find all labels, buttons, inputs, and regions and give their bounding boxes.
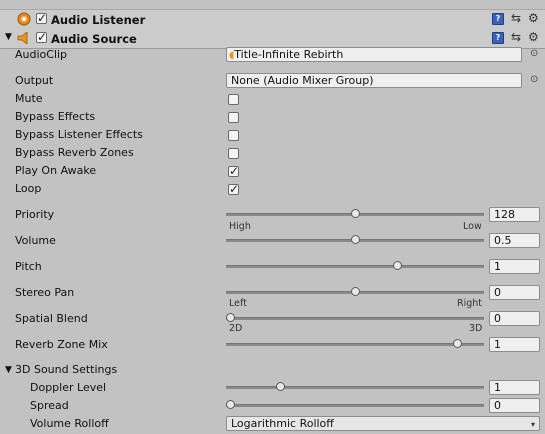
spatial-blend-label: Spatial Blend bbox=[15, 312, 88, 325]
stereo-pan-max-label: Right bbox=[457, 298, 483, 309]
reverb-zone-mix-slider-thumb[interactable] bbox=[452, 339, 462, 348]
volume-rolloff-value: Logarithmic Rolloff bbox=[231, 417, 334, 430]
audio-listener-icon bbox=[17, 12, 31, 29]
audio-source-title: Audio Source bbox=[51, 32, 137, 46]
volume-value: 0.5 bbox=[494, 234, 512, 247]
speaker-icon bbox=[17, 31, 32, 47]
spread-label: Spread bbox=[30, 399, 69, 412]
priority-value: 128 bbox=[494, 208, 515, 221]
pitch-slider-track[interactable] bbox=[226, 265, 484, 268]
audio-listener-enabled-checkbox[interactable]: ✓ bbox=[36, 12, 47, 24]
foldout-arrow-icon[interactable]: ▼ bbox=[5, 32, 12, 42]
play-on-awake-checkbox[interactable]: ✓ bbox=[228, 165, 239, 177]
audio-source-enabled-checkbox[interactable]: ✓ bbox=[36, 31, 47, 43]
gear-icon[interactable]: ⚙ bbox=[528, 11, 539, 25]
spatial-blend-slider-thumb[interactable] bbox=[226, 313, 235, 322]
priority-max-label: Low bbox=[463, 221, 482, 232]
priority-label: Priority bbox=[15, 208, 55, 221]
priority-slider-thumb[interactable] bbox=[350, 209, 360, 218]
doppler-level-input[interactable]: 1 bbox=[489, 380, 540, 395]
doppler-level-label: Doppler Level bbox=[30, 381, 107, 394]
audio-listener-header[interactable]: ✓ Audio Listener ? ⇆ ⚙ bbox=[0, 9, 545, 30]
spatial-blend-input[interactable]: 0 bbox=[489, 311, 540, 326]
stereo-pan-min-label: Left bbox=[229, 298, 247, 309]
output-label: Output bbox=[15, 74, 54, 87]
reverb-zone-mix-input[interactable]: 1 bbox=[489, 337, 540, 352]
sound-3d-settings-label[interactable]: 3D Sound Settings bbox=[15, 363, 117, 376]
stereo-pan-input[interactable]: 0 bbox=[489, 285, 540, 300]
volume-label: Volume bbox=[15, 234, 56, 247]
loop-checkbox[interactable]: ✓ bbox=[228, 183, 239, 195]
pitch-label: Pitch bbox=[15, 260, 42, 273]
spread-slider-thumb[interactable] bbox=[226, 400, 235, 409]
preset-icon[interactable]: ⇆ bbox=[511, 11, 521, 25]
reverb-zone-mix-label: Reverb Zone Mix bbox=[15, 338, 108, 351]
help-book-icon[interactable]: ? bbox=[492, 32, 504, 44]
doppler-level-slider-track[interactable] bbox=[226, 386, 484, 389]
audio-clip-value: Title-Infinite Rebirth bbox=[234, 48, 344, 61]
spatial-blend-min-label: 2D bbox=[229, 323, 243, 334]
volume-rolloff-dropdown[interactable]: Logarithmic Rolloff ▾ bbox=[226, 416, 540, 431]
audio-source-header[interactable]: ▼ ✓ Audio Source ? ⇆ ⚙ bbox=[0, 29, 545, 49]
bypass-listener-effects-label: Bypass Listener Effects bbox=[15, 128, 143, 141]
output-value: None (Audio Mixer Group) bbox=[231, 74, 374, 87]
reverb-zone-mix-slider-track[interactable] bbox=[226, 343, 484, 346]
audio-clip-label: AudioClip bbox=[15, 48, 68, 61]
bypass-listener-effects-checkbox[interactable] bbox=[228, 130, 239, 141]
pitch-value: 1 bbox=[494, 260, 501, 273]
spread-slider-track[interactable] bbox=[226, 404, 484, 407]
priority-input[interactable]: 128 bbox=[489, 207, 540, 222]
stereo-pan-label: Stereo Pan bbox=[15, 286, 75, 299]
mute-checkbox[interactable] bbox=[228, 94, 239, 105]
volume-slider-thumb[interactable] bbox=[350, 235, 360, 244]
help-book-icon[interactable]: ? bbox=[492, 13, 504, 25]
output-field[interactable]: None (Audio Mixer Group) bbox=[226, 73, 522, 88]
audio-clip-field[interactable]: ◖Title-Infinite Rebirth bbox=[226, 47, 522, 62]
pitch-input[interactable]: 1 bbox=[489, 259, 540, 274]
pitch-slider-thumb[interactable] bbox=[392, 261, 402, 270]
bypass-effects-checkbox[interactable] bbox=[228, 112, 239, 123]
play-on-awake-label: Play On Awake bbox=[15, 164, 97, 177]
bypass-reverb-zones-label: Bypass Reverb Zones bbox=[15, 146, 134, 159]
gear-icon[interactable]: ⚙ bbox=[528, 30, 539, 44]
spatial-blend-slider-track[interactable] bbox=[226, 317, 484, 320]
object-picker-icon[interactable]: ⊙ bbox=[530, 74, 538, 85]
mute-label: Mute bbox=[15, 92, 43, 105]
spread-input[interactable]: 0 bbox=[489, 398, 540, 413]
spatial-blend-max-label: 3D bbox=[469, 323, 483, 334]
audio-listener-title: Audio Listener bbox=[51, 13, 146, 27]
stereo-pan-value: 0 bbox=[494, 286, 501, 299]
volume-rolloff-label: Volume Rolloff bbox=[30, 417, 109, 430]
reverb-zone-mix-value: 1 bbox=[494, 338, 501, 351]
preset-icon[interactable]: ⇆ bbox=[511, 30, 521, 44]
loop-label: Loop bbox=[15, 182, 42, 195]
sound-3d-foldout-icon[interactable]: ▼ bbox=[5, 365, 12, 375]
object-picker-icon[interactable]: ⊙ bbox=[530, 48, 538, 59]
bypass-effects-label: Bypass Effects bbox=[15, 110, 96, 123]
volume-input[interactable]: 0.5 bbox=[489, 233, 540, 248]
doppler-level-value: 1 bbox=[494, 381, 501, 394]
bypass-reverb-zones-checkbox[interactable] bbox=[228, 148, 239, 159]
doppler-level-slider-thumb[interactable] bbox=[275, 382, 285, 391]
dropdown-arrow-icon: ▾ bbox=[530, 420, 535, 429]
priority-min-label: High bbox=[229, 221, 251, 232]
spatial-blend-value: 0 bbox=[494, 312, 501, 325]
stereo-pan-slider-thumb[interactable] bbox=[350, 287, 360, 296]
spread-value: 0 bbox=[494, 399, 501, 412]
